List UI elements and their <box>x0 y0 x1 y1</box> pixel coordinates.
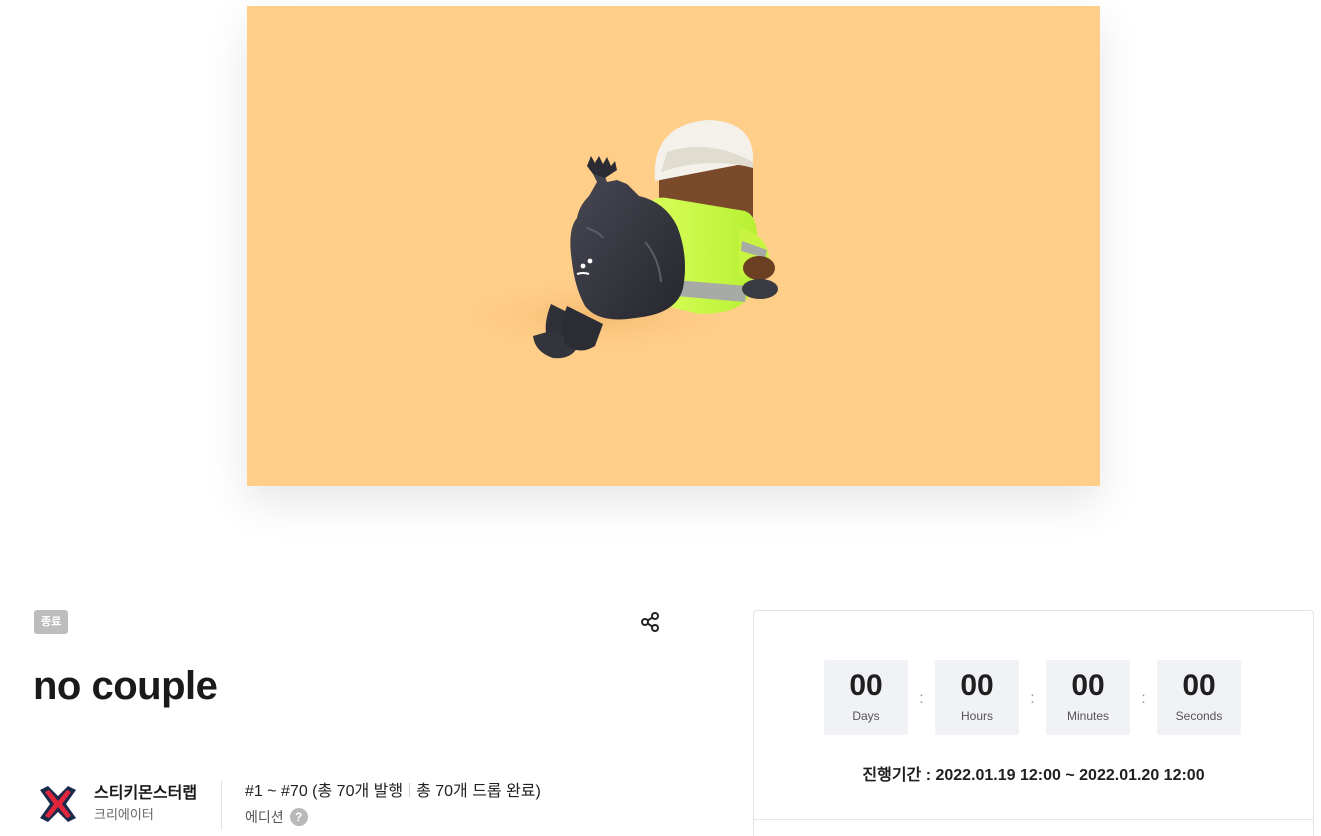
drop-title: no couple <box>33 664 218 708</box>
edition-range: #1 ~ #70 (총 70개 발행 총 70개 드롭 완료) <box>245 780 541 804</box>
edition-type: 에디션 ? <box>245 805 541 829</box>
countdown-label: Days <box>852 709 880 723</box>
countdown-label: Seconds <box>1175 709 1223 723</box>
share-button[interactable] <box>636 608 664 636</box>
countdown-label: Hours <box>960 709 993 723</box>
dropped-count: 총 70개 드롭 완료) <box>416 783 541 800</box>
countdown-label: Minutes <box>1066 709 1110 723</box>
countdown-timer: 00 Days : 00 Hours : 00 Minutes : 00 Sec… <box>824 660 1241 735</box>
drop-period: 진행기간 : 2022.01.19 12:00 ~ 2022.01.20 12:… <box>862 767 1205 784</box>
creator-info: 스티키몬스터랩 크리에이터 <box>34 780 197 828</box>
share-icon <box>641 612 659 632</box>
divider <box>409 783 411 797</box>
countdown-separator: : <box>1030 689 1035 707</box>
status-badge: 종료 <box>34 610 69 634</box>
issued-count: #1 ~ #70 (총 70개 발행 <box>245 783 404 800</box>
countdown-seconds: 00 Seconds <box>1157 660 1241 735</box>
edition-info: #1 ~ #70 (총 70개 발행 총 70개 드롭 완료) 에디션 ? <box>245 780 541 829</box>
edition-type-label: 에디션 <box>245 809 284 825</box>
countdown-value: 00 <box>1182 669 1216 702</box>
countdown-value: 00 <box>849 669 883 702</box>
countdown-hours: 00 Hours <box>935 660 1019 735</box>
countdown-days: 00 Days <box>824 660 908 735</box>
artwork-image <box>247 6 1100 486</box>
countdown-panel: 00 Days : 00 Hours : 00 Minutes : 00 Sec… <box>753 610 1314 836</box>
countdown-value: 00 <box>960 669 994 702</box>
countdown-separator: : <box>919 689 924 707</box>
help-circle-icon[interactable]: ? <box>289 808 308 826</box>
divider <box>754 819 1313 820</box>
creator-role: 크리에이터 <box>94 807 154 822</box>
countdown-minutes: 00 Minutes <box>1046 660 1130 735</box>
countdown-value: 00 <box>1071 669 1105 702</box>
creator-name[interactable]: 스티키몬스터랩 <box>94 783 197 805</box>
creator-x-logo-icon[interactable] <box>34 780 82 828</box>
divider <box>221 780 222 830</box>
countdown-separator: : <box>1141 689 1146 707</box>
